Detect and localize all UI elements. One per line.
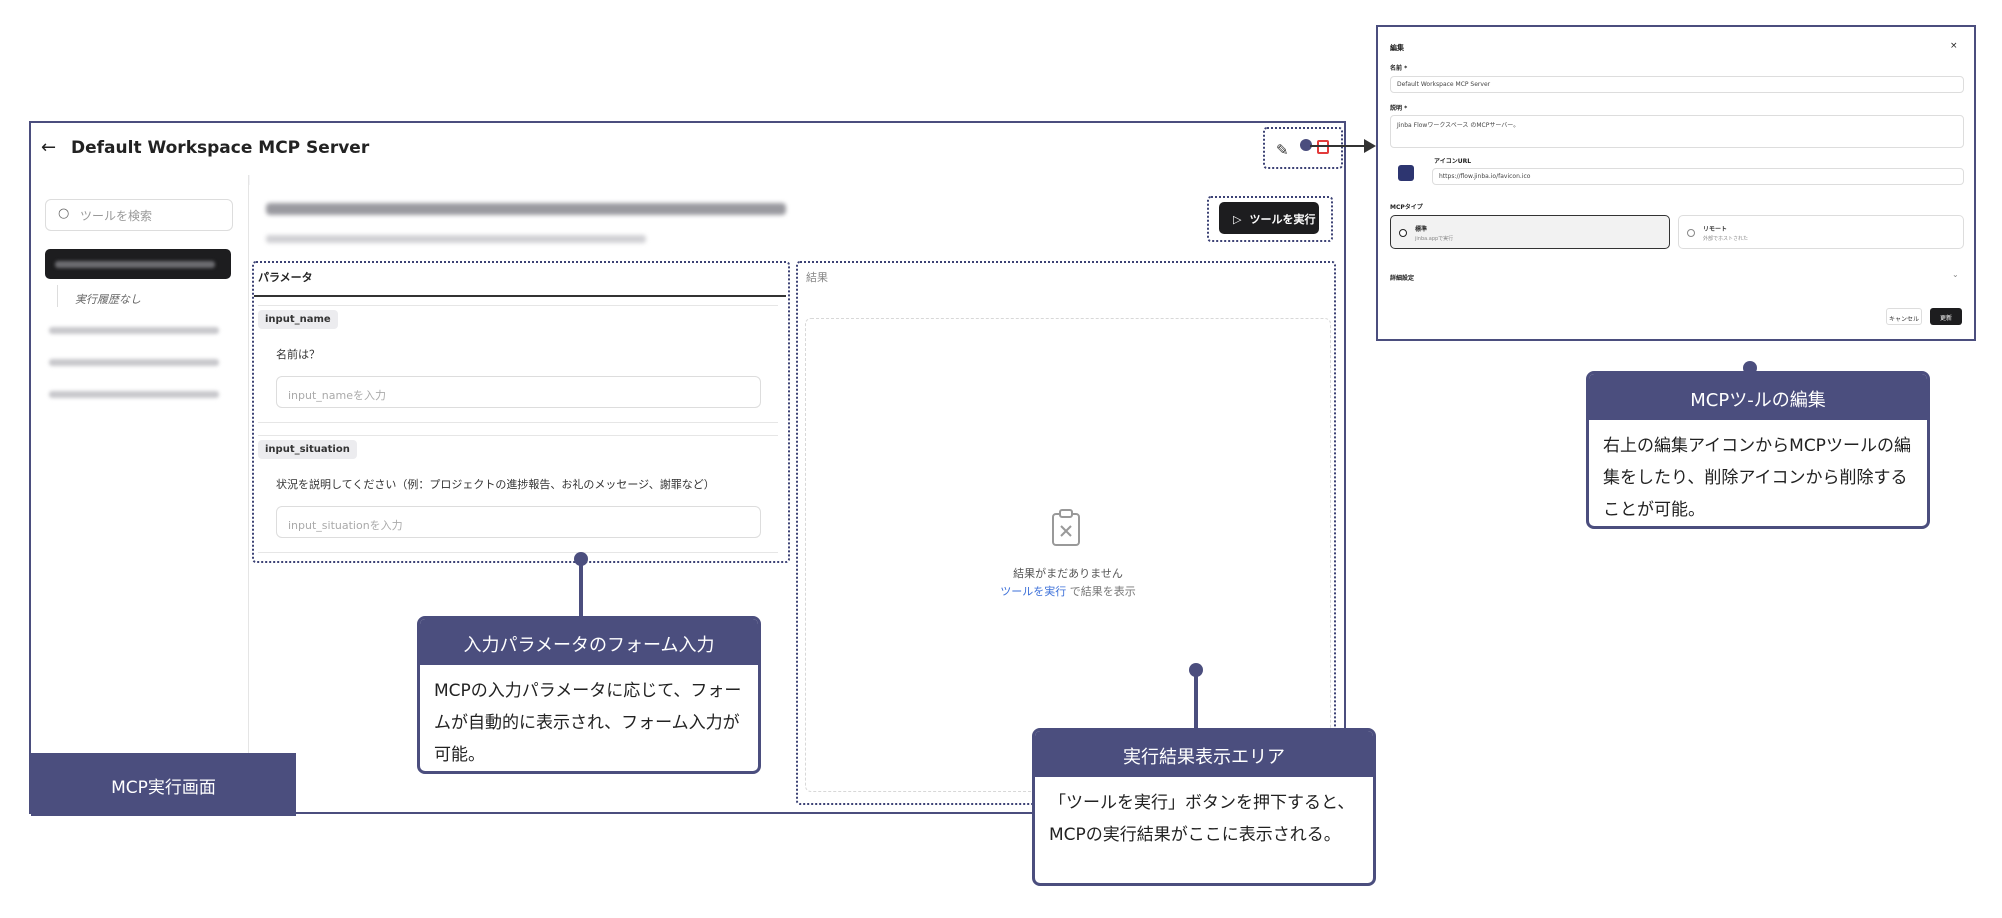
run-tool-button[interactable]: ▷ ツールを実行 [1219,202,1319,234]
run-tool-link[interactable]: ツールを実行 [1000,585,1066,598]
callout-body: MCPの入力パラメータに応じて、フォームが自動的に表示され、フォーム入力が可能。 [434,681,742,765]
dialog-title: 編集 [1390,44,1404,52]
input-name-field[interactable]: input_nameを入力 [276,376,761,408]
sidebar-item[interactable] [49,391,219,398]
param-question: 名前は？ [276,348,320,361]
connector-arrow [1310,145,1366,147]
callout-title: 実行結果表示エリア [1035,731,1373,777]
history-empty: 実行履歴なし [75,293,141,306]
callout-body: 右上の編集アイコンからMCPツールの編集をしたり、削除アイコンから削除することが… [1603,436,1911,520]
update-button[interactable]: 更新 [1930,308,1962,325]
main-area: ▷ ツールを実行 パラメータ 結果 input_name 名前は？ input_n… [250,175,1344,812]
close-icon[interactable]: × [1950,41,1958,51]
icon-url-field[interactable]: https://flow.jinba.io/favicon.ico [1432,168,1964,185]
params-header: パラメータ [258,271,313,284]
edit-dialog: 編集 × 名前 * Default Workspace MCP Server 説… [1376,25,1976,341]
params-callout: 入力パラメータのフォーム入力 MCPの入力パラメータに応じて、フォームが自動的に… [417,616,761,774]
desc-label: 説明 * [1390,105,1408,112]
top-bar: ← Default Workspace MCP Server ✎ [31,123,1344,175]
connector-line [579,560,583,618]
clipboard-x-icon [1052,509,1080,546]
results-panel: 結果がまだありません ツールを実行 で結果を表示 [805,318,1331,792]
name-label: 名前 * [1390,65,1408,72]
type-remote-option[interactable]: リモート 外部でホストされた [1678,215,1964,249]
sidebar-item-selected[interactable] [45,249,231,279]
advanced-settings[interactable]: 詳細設定 [1390,273,1414,282]
callout-body: 「ツールを実行」ボタンを押下すると、MCPの実行結果がここに表示される。 [1049,793,1355,845]
play-icon: ▷ [1233,213,1242,226]
param-name: input_name [258,310,338,329]
callout-title: 入力パラメータのフォーム入力 [420,619,758,665]
type-standard-option[interactable]: 標準 jinba.appで実行 [1390,215,1670,249]
search-input[interactable]: ○ ツールを検索 [45,199,233,231]
input-situation-field[interactable]: input_situationを入力 [276,506,761,538]
screen-label: MCP実行画面 [31,753,296,816]
param-card: input_name 名前は？ input_nameを入力 [258,305,778,423]
cancel-button[interactable]: キャンセル [1886,308,1922,325]
edit-callout: MCPツ-ルの編集 右上の編集アイコンからMCPツールの編集をしたり、削除アイコ… [1586,371,1930,529]
radio-icon [1687,229,1695,237]
search-icon: ○ [58,206,70,221]
sidebar: ○ ツールを検索 実行履歴なし [31,175,249,812]
param-question: 状況を説明してください（例：プロジェクトの進捗報告、お礼のメッセージ、謝罪など） [276,478,715,491]
icon-label: アイコンURL [1434,158,1472,165]
sidebar-item[interactable] [49,359,219,366]
param-card: input_situation 状況を説明してください（例：プロジェクトの進捗報… [258,435,778,553]
chevron-down-icon[interactable]: ⌄ [1952,270,1959,279]
connector-line [1194,671,1198,731]
radio-selected-icon [1399,229,1407,237]
sidebar-item[interactable] [49,327,219,334]
back-arrow-icon[interactable]: ← [41,137,56,158]
favicon-icon [1398,165,1414,181]
desc-field[interactable]: Jinba Flowワークスペース のMCPサーバー。 [1390,115,1964,148]
tool-description [266,235,646,243]
type-label: MCPタイプ [1390,204,1423,211]
tool-title [266,203,786,215]
empty-hint: ツールを実行 で結果を表示 [1000,585,1136,598]
callout-title: MCPツ-ルの編集 [1589,374,1927,420]
name-field[interactable]: Default Workspace MCP Server [1390,76,1964,93]
results-callout: 実行結果表示エリア 「ツールを実行」ボタンを押下すると、MCPの実行結果がここに… [1032,728,1376,886]
history-divider [57,285,58,307]
param-name: input_situation [258,440,357,459]
page-title: Default Workspace MCP Server [71,138,370,158]
empty-title: 結果がまだありません [1013,567,1123,580]
params-tab-underline [254,295,786,297]
results-header: 結果 [806,271,828,284]
arrow-head [1364,139,1376,153]
